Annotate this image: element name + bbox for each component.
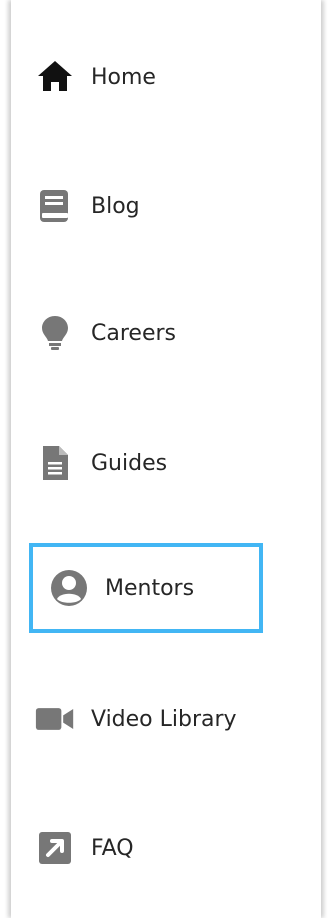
sidebar-item-mentors[interactable]: Mentors <box>29 543 263 633</box>
page: Home Blog Careers Guides Mentors Video L… <box>0 0 332 918</box>
sidebar-item-label: Mentors <box>105 575 195 601</box>
sidebar-item-blog[interactable]: Blog <box>35 176 327 236</box>
sidebar-item-label: Video Library <box>91 706 237 732</box>
user-circle-icon <box>49 568 89 608</box>
sidebar-item-label: Blog <box>91 193 140 219</box>
sidebar-item-home[interactable]: Home <box>35 47 327 107</box>
sidebar-item-label: Careers <box>91 320 176 346</box>
sidebar-item-video-library[interactable]: Video Library <box>35 689 327 749</box>
sidebar-item-label: Guides <box>91 450 168 476</box>
external-link-icon <box>35 828 75 868</box>
sidebar-nav: Home Blog Careers Guides Mentors Video L… <box>11 0 321 918</box>
home-icon <box>35 57 75 97</box>
sidebar-item-careers[interactable]: Careers <box>35 303 327 363</box>
sidebar-item-label: FAQ <box>91 835 134 861</box>
video-camera-icon <box>35 699 75 739</box>
sidebar-item-label: Home <box>91 64 156 90</box>
lightbulb-icon <box>35 313 75 353</box>
sidebar-item-guides[interactable]: Guides <box>35 433 327 493</box>
sidebar-item-faq[interactable]: FAQ <box>35 818 327 878</box>
document-icon <box>35 443 75 483</box>
book-icon <box>35 186 75 226</box>
